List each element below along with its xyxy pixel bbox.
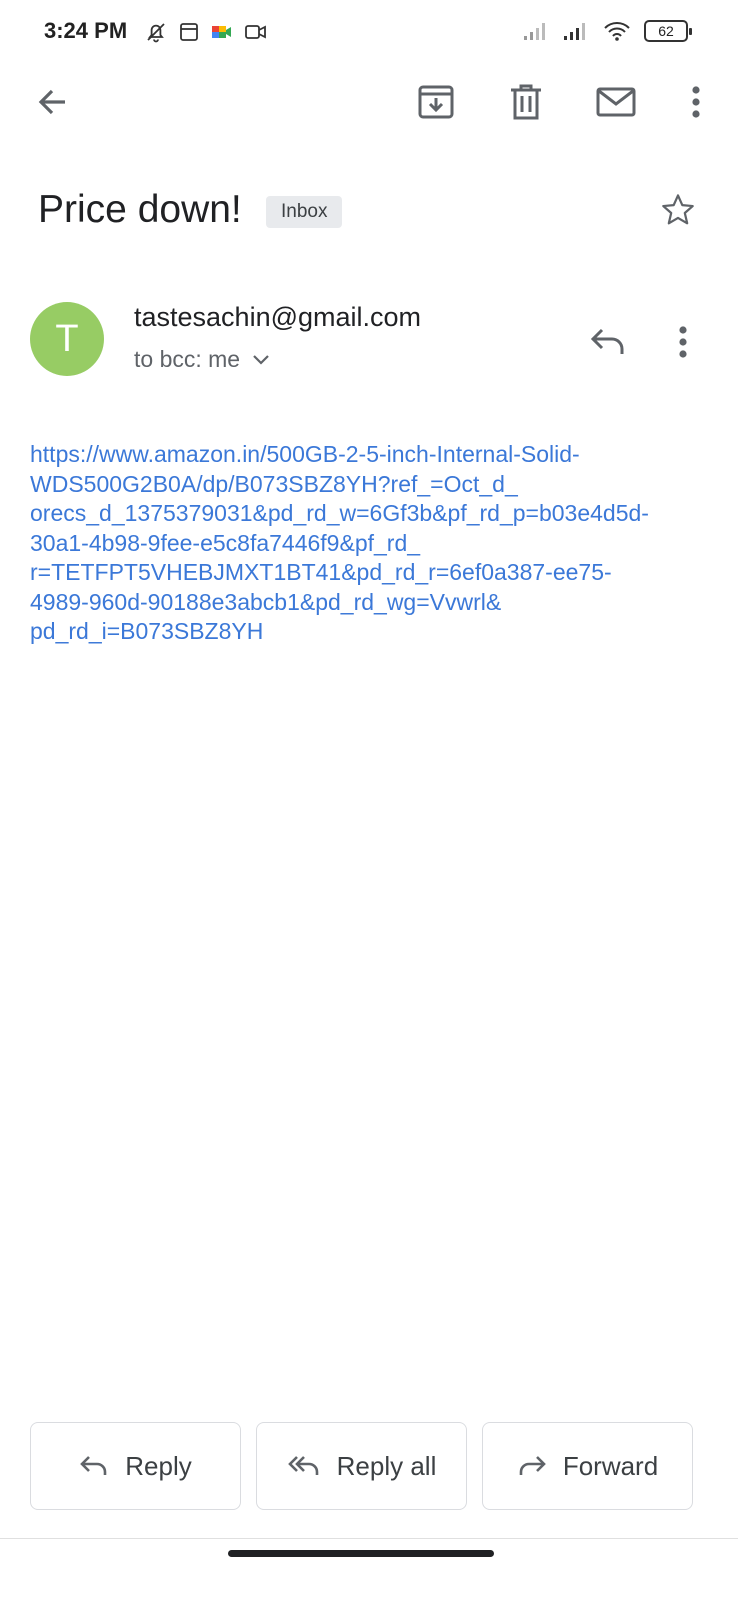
reply-icon: [80, 1456, 107, 1475]
more-vert-icon: [692, 86, 700, 118]
mark-unread-button[interactable]: [592, 78, 640, 126]
email-body-link[interactable]: https://www.amazon.in/500GB-2-5-inch-Int…: [30, 440, 710, 647]
reply-label: Reply: [125, 1450, 192, 1481]
wifi-icon: [604, 22, 630, 41]
battery-icon: 62: [644, 20, 692, 42]
home-indicator[interactable]: [228, 1550, 494, 1557]
delete-button[interactable]: [502, 78, 550, 126]
label-chip[interactable]: Inbox: [266, 196, 343, 228]
forward-icon: [519, 1456, 546, 1475]
trash-icon: [511, 84, 541, 120]
link-line: orecs_d_1375379031&pd_rd_w=6Gf3b&pf_rd_p…: [30, 500, 649, 526]
recipient-details-toggle[interactable]: to bcc: me: [134, 346, 270, 373]
archive-button[interactable]: [412, 78, 460, 126]
reply-all-label: Reply all: [336, 1450, 437, 1481]
reply-all-icon: [287, 1456, 318, 1475]
quick-reply-button[interactable]: [586, 320, 630, 364]
sender-row: T tastesachin@gmail.com to bcc: me: [30, 296, 710, 386]
avatar[interactable]: T: [30, 302, 104, 376]
recipient-text: to bcc: me: [134, 346, 241, 372]
divider: [0, 1538, 738, 1539]
star-button[interactable]: [656, 188, 700, 232]
status-bar: 3:24 PM 62: [0, 0, 738, 64]
link-line: 4989-960d-90188e3abcb1&pd_rd_wg=Vvwrl&: [30, 588, 502, 615]
link-line: WDS500G2B0A/dp/B073SBZ8YH?ref_=Oct_d_: [30, 470, 518, 497]
status-notification-icons: [144, 20, 268, 44]
link-line: 30a1-4b98-9fee-e5c8fa7446f9&pf_rd_: [30, 529, 421, 556]
signal-icon: [564, 23, 585, 40]
chevron-down-icon: [253, 354, 269, 365]
reply-all-button[interactable]: Reply all: [256, 1422, 467, 1510]
status-system-icons: 62: [522, 20, 692, 42]
link-line: https://www.amazon.in/500GB-2-5-inch-Int…: [30, 441, 580, 467]
link-line: pd_rd_i=B073SBZ8YH: [30, 618, 264, 644]
back-arrow-icon: [38, 89, 65, 115]
status-time: 3:24 PM: [44, 18, 128, 43]
video-icon: [245, 25, 266, 39]
more-vert-icon: [679, 326, 687, 358]
star-icon: [662, 194, 694, 225]
reply-icon: [590, 328, 624, 354]
reply-button[interactable]: Reply: [30, 1422, 241, 1510]
calendar-icon: [180, 23, 198, 41]
signal-icon: [524, 23, 545, 40]
meet-icon: [212, 26, 231, 38]
back-button[interactable]: [28, 78, 76, 126]
forward-button[interactable]: Forward: [482, 1422, 693, 1510]
mail-icon: [596, 87, 636, 117]
archive-icon: [418, 85, 454, 119]
more-options-button[interactable]: [672, 78, 720, 126]
subject-row: Price down! Inbox: [38, 188, 708, 248]
link-line: r=TETFPT5VHEBJMXT1BT41&pd_rd_r=6ef0a387-…: [30, 559, 612, 585]
sender-email[interactable]: tastesachin@gmail.com: [134, 302, 421, 333]
top-app-bar: [0, 72, 738, 132]
message-more-button[interactable]: [666, 320, 700, 364]
forward-label: Forward: [562, 1450, 659, 1481]
email-subject: Price down!: [38, 188, 242, 231]
muted-bell-icon: [147, 23, 165, 43]
